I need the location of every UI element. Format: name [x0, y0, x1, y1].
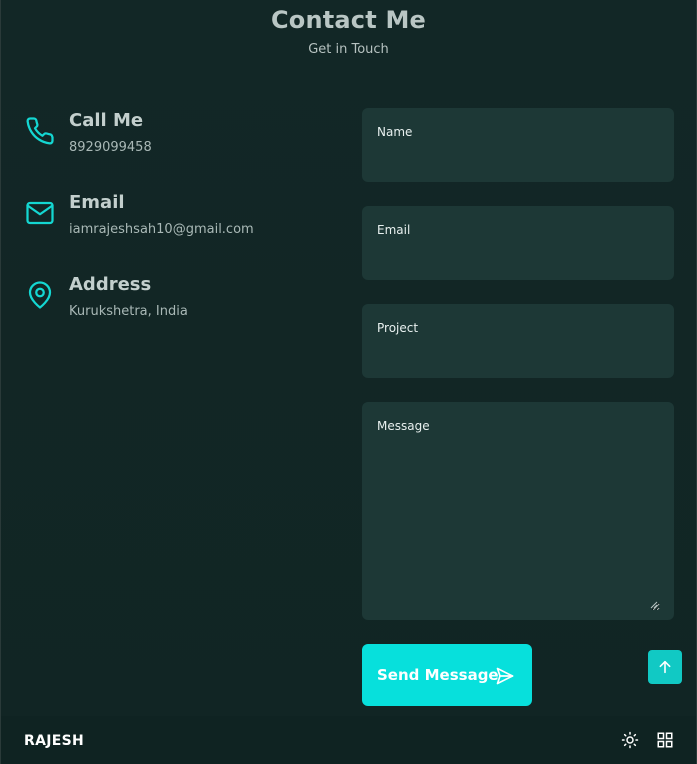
send-message-button[interactable]: Send Message — [362, 644, 532, 706]
email-label: Email — [69, 192, 125, 213]
name-label: Name — [377, 125, 413, 139]
page-title: Contact Me — [270, 6, 427, 34]
message-label: Message — [377, 419, 430, 433]
name-field[interactable]: Name — [362, 108, 674, 182]
project-field[interactable]: Project — [362, 304, 674, 378]
email-field[interactable]: Email — [362, 206, 674, 280]
contact-address: Address Kurukshetra, India — [25, 274, 345, 334]
contact-email: Email iamrajeshsah10@gmail.com — [25, 192, 345, 252]
email-input[interactable] — [377, 246, 659, 270]
brand-logo[interactable]: RAJESH — [24, 733, 84, 749]
resize-handle-icon[interactable] — [650, 601, 658, 609]
contact-call: Call Me 8929099458 — [25, 110, 345, 170]
sun-icon[interactable] — [621, 731, 639, 749]
send-message-label: Send Message — [377, 666, 499, 684]
name-input[interactable] — [377, 148, 659, 172]
grid-icon[interactable] — [656, 731, 674, 749]
scroll-top-button[interactable] — [648, 650, 682, 684]
arrow-up-icon — [659, 660, 671, 674]
bottom-nav: RAJESH — [1, 716, 696, 764]
phone-icon — [25, 116, 55, 146]
message-field[interactable]: Message — [362, 402, 674, 620]
message-textarea[interactable] — [377, 442, 660, 611]
phone-number: 8929099458 — [69, 140, 152, 155]
contact-page: Contact Me Get in Touch Call Me 89290994… — [0, 0, 697, 764]
address-label: Address — [69, 274, 152, 295]
map-pin-icon — [25, 280, 55, 310]
email-field-label: Email — [377, 223, 411, 237]
call-label: Call Me — [69, 110, 144, 131]
mail-icon — [25, 198, 55, 228]
send-icon — [495, 666, 515, 686]
project-input[interactable] — [377, 344, 659, 368]
page-subtitle: Get in Touch — [308, 42, 389, 57]
project-label: Project — [377, 321, 419, 335]
email-address: iamrajeshsah10@gmail.com — [69, 222, 254, 237]
address-value: Kurukshetra, India — [69, 304, 188, 319]
